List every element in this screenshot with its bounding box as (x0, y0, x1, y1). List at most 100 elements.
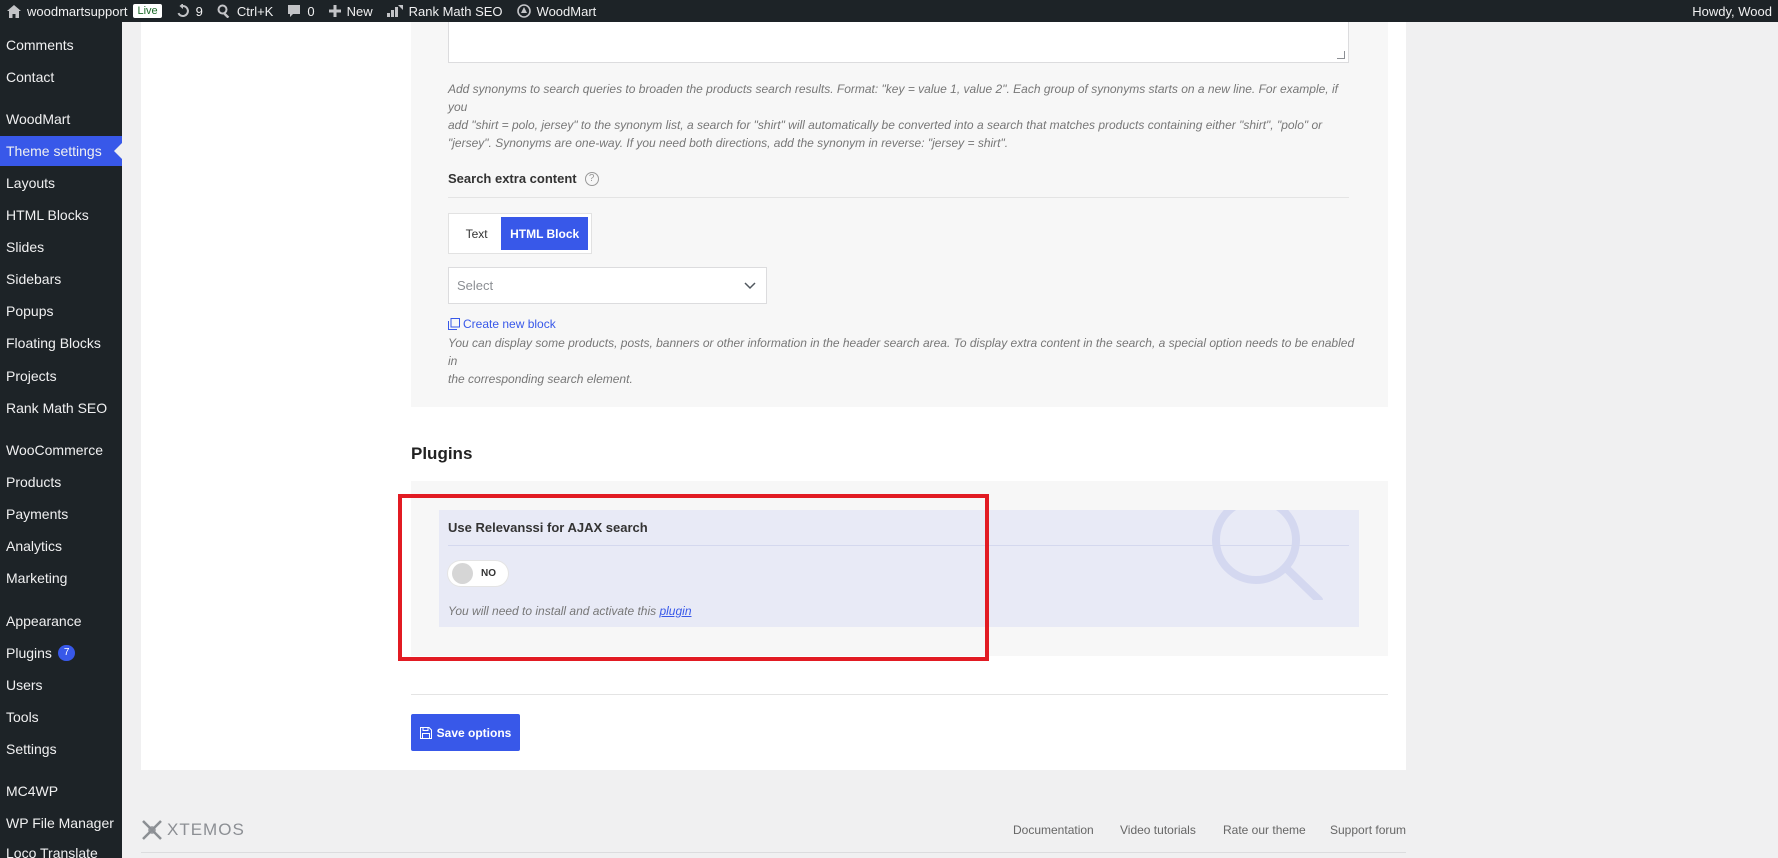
sidebar-item-label: Settings (6, 741, 57, 757)
sidebar-item-label: Marketing (6, 570, 68, 586)
account-menu[interactable]: Howdy, Wood (1685, 0, 1778, 22)
woodmart-link[interactable]: WoodMart (510, 0, 604, 22)
select-placeholder: Select (457, 278, 494, 293)
xtemos-logo-text: XTEMOS (167, 820, 245, 839)
site-name: woodmartsupport (27, 3, 128, 19)
save-options-button[interactable]: Save options (411, 714, 520, 751)
divider (448, 197, 1349, 198)
plugins-update-badge: 7 (57, 645, 76, 661)
save-icon (419, 726, 432, 739)
sidebar-item-label: Rank Math SEO (6, 400, 108, 416)
howdy-label: Howdy, Wood (1692, 3, 1772, 19)
synonyms-description-line: add "shirt = polo, jersey" to the synony… (448, 118, 1323, 132)
synonyms-textarea[interactable] (448, 22, 1349, 63)
sidebar-item-mc4wp[interactable]: MC4WP (0, 776, 122, 806)
extra-content-type-switch: Text HTML Block (448, 213, 592, 254)
sidebar-item-products[interactable]: Products (0, 467, 122, 497)
live-badge: Live (133, 4, 162, 18)
new-label: New (346, 3, 373, 19)
sidebar-item-label: Contact (6, 69, 55, 85)
sidebar-item-label: Sidebars (6, 271, 62, 287)
search-icon (217, 4, 230, 18)
sidebar-item-label: Tools (6, 709, 39, 725)
chevron-down-icon (744, 282, 756, 290)
sidebar-item-woocommerce[interactable]: WooCommerce (0, 435, 122, 465)
footer-link-support-forum[interactable]: Support forum (1330, 823, 1406, 837)
footer-link-rate-our-theme[interactable]: Rate our theme (1223, 823, 1306, 837)
sidebar-item-label: Plugins (6, 645, 52, 661)
rankmath-link[interactable]: Rank Math SEO (380, 0, 510, 22)
sidebar-item-marketing[interactable]: Marketing (0, 563, 122, 593)
new-content-link[interactable]: New (322, 0, 380, 22)
synonyms-description: Add synonyms to search queries to broade… (448, 80, 1358, 152)
footer-link-documentation[interactable]: Documentation (1013, 823, 1094, 837)
sidebar-item-appearance[interactable]: Appearance (0, 606, 122, 636)
woodmart-icon (516, 4, 531, 18)
sidebar-item-projects[interactable]: Projects (0, 361, 122, 391)
sidebar-item-label: Projects (6, 368, 57, 384)
footer-link-video-tutorials[interactable]: Video tutorials (1120, 823, 1196, 837)
sidebar-item-loco-translate[interactable]: Loco Translate (0, 838, 122, 858)
sidebar-item-label: Comments (6, 37, 74, 53)
sidebar-item-label: Slides (6, 239, 45, 255)
sidebar-item-users[interactable]: Users (0, 670, 122, 700)
rankmath-label: Rank Math SEO (408, 3, 503, 19)
sidebar-item-payments[interactable]: Payments (0, 499, 122, 529)
sidebar-item-floating-blocks[interactable]: Floating Blocks (0, 328, 122, 358)
home-icon (7, 4, 21, 18)
search-shortcut[interactable]: Ctrl+K (210, 0, 280, 22)
sidebar-item-label: WoodMart (6, 111, 71, 127)
html-block-select[interactable]: Select (448, 267, 767, 304)
sidebar-item-label: Payments (6, 506, 69, 522)
sidebar-item-tools[interactable]: Tools (0, 702, 122, 732)
sidebar-item-woodmart[interactable]: WoodMart (0, 104, 122, 134)
sidebar-item-label: Floating Blocks (6, 335, 101, 351)
search-watermark-icon (1212, 510, 1323, 600)
footer-divider (141, 852, 1406, 853)
sidebar-item-popups[interactable]: Popups (0, 296, 122, 326)
sidebar-item-wp-file-manager[interactable]: WP File Manager (0, 808, 122, 838)
sidebar-item-label: Theme settings (6, 143, 102, 159)
sidebar-item-layouts[interactable]: Layouts (0, 168, 122, 198)
sidebar-item-comments[interactable]: Comments (0, 30, 122, 60)
sidebar-item-html-blocks[interactable]: HTML Blocks (0, 200, 122, 230)
sidebar-item-sidebars[interactable]: Sidebars (0, 264, 122, 294)
updates-icon (177, 4, 189, 17)
divider (411, 694, 1388, 695)
sidebar-item-label: MC4WP (6, 783, 59, 799)
sidebar-item-slides[interactable]: Slides (0, 232, 122, 262)
sidebar-item-rank-math-seo[interactable]: Rank Math SEO (0, 393, 122, 423)
option-text-button[interactable]: Text (452, 217, 501, 250)
create-new-block-link[interactable]: Create new block (448, 317, 556, 331)
comment-icon (288, 5, 301, 17)
sidebar-item-label: Products (6, 474, 62, 490)
updates-link[interactable]: 9 (169, 0, 210, 22)
synonyms-description-line: Add synonyms to search queries to broade… (448, 82, 1338, 114)
sidebar-item-contact[interactable]: Contact (0, 62, 122, 92)
save-options-label: Save options (436, 725, 512, 740)
extra-content-description-line: You can display some products, posts, ba… (448, 336, 1355, 368)
resize-grip-icon[interactable] (1337, 51, 1345, 59)
sidebar-item-label: Popups (6, 303, 54, 319)
sidebar-item-theme-settings[interactable]: Theme settings (0, 136, 122, 166)
xtemos-logo-icon (142, 820, 162, 840)
sidebar-item-analytics[interactable]: Analytics (0, 531, 122, 561)
copy-icon (448, 318, 460, 330)
site-name-link[interactable]: woodmartsupport Live (0, 0, 169, 22)
plus-icon (328, 5, 341, 17)
xtemos-logo[interactable]: XTEMOS (141, 819, 245, 841)
synonyms-description-line: "jersey". Synonyms are one-way. If you n… (448, 136, 1009, 150)
search-shortcut-label: Ctrl+K (236, 3, 274, 19)
extra-content-title-text: Search extra content (448, 171, 577, 186)
sidebar-item-plugins[interactable]: Plugins 7 (0, 638, 122, 668)
sidebar-item-label: Layouts (6, 175, 56, 191)
extra-content-description-line: the corresponding search element. (448, 372, 633, 386)
comments-link[interactable]: 0 (280, 0, 321, 22)
updates-count: 9 (195, 3, 203, 19)
help-icon[interactable]: ? (584, 171, 599, 186)
comments-count: 0 (307, 3, 315, 19)
extra-content-description: You can display some products, posts, ba… (448, 334, 1358, 388)
sidebar-item-label: WooCommerce (6, 442, 103, 458)
option-html-block-button[interactable]: HTML Block (501, 217, 588, 250)
sidebar-item-settings[interactable]: Settings (0, 734, 122, 764)
